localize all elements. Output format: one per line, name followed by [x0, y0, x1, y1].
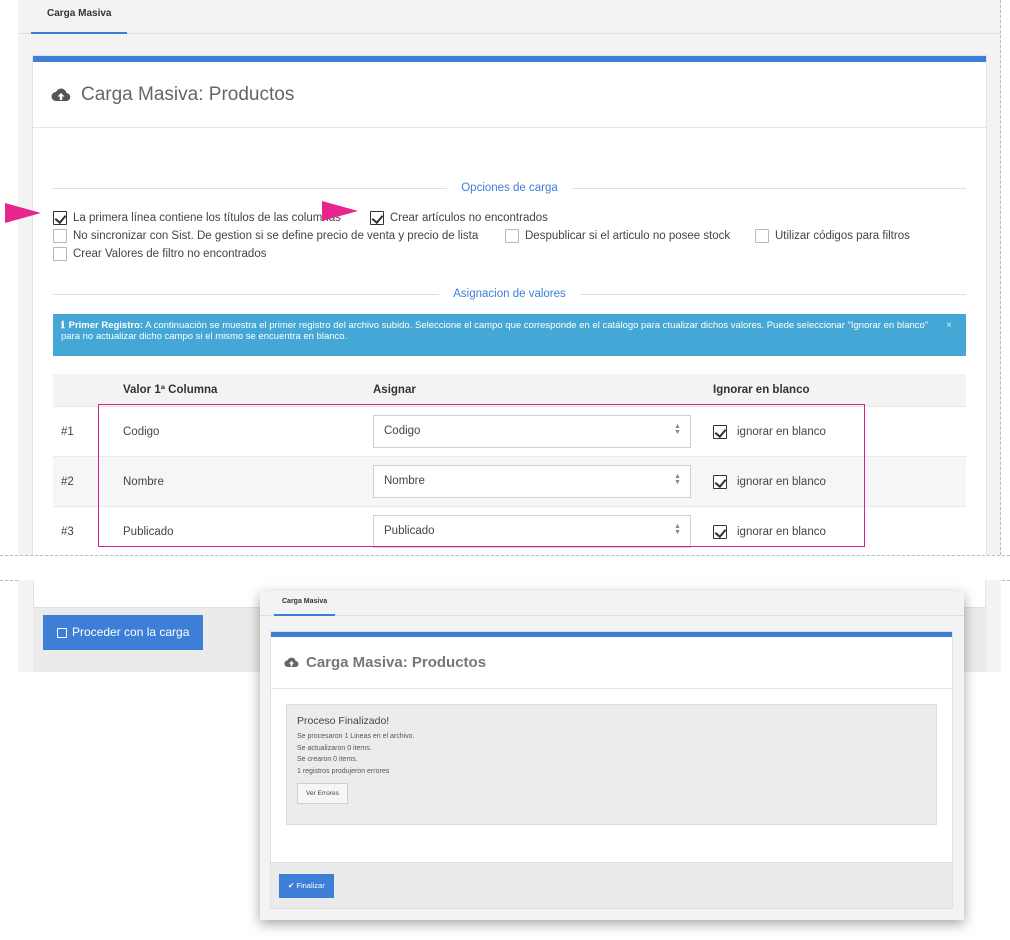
action-bar: ✔ Finalizar	[271, 862, 952, 908]
value-assignment-legend: Asignacion de valores	[53, 287, 967, 301]
page-title: Carga Masiva: Productos	[306, 654, 487, 671]
result-line: Se procesaron 1 Lineas en el archivo.	[297, 733, 415, 740]
annotation-arrow-icon	[322, 201, 358, 221]
option-create-filter-values[interactable]: Crear Valores de filtro no encontrados	[53, 247, 266, 261]
annotation-arrow-icon	[5, 203, 41, 223]
page-title: Carga Masiva: Productos	[81, 83, 295, 105]
result-title: Proceso Finalizado!	[297, 715, 390, 727]
cut-line	[0, 555, 1010, 556]
result-line: 1 registros produjeron errores	[297, 767, 390, 775]
cut-line	[1000, 0, 1001, 555]
checkbox[interactable]	[505, 229, 519, 243]
tab-carga-masiva[interactable]: Carga Masiva	[31, 0, 128, 34]
cloud-upload-icon	[284, 657, 299, 668]
checkbox[interactable]	[53, 211, 67, 225]
info-alert: ℹ Primer Registro: A continuación se mues…	[53, 314, 966, 356]
card-header: Carga Masiva: Productos	[271, 637, 952, 689]
tab-bar: Carga Masiva	[18, 0, 1001, 34]
option-create-missing-items[interactable]: Crear artículos no encontrados	[369, 211, 548, 225]
table-header: Valor 1ª Columna Asignar Ignorar en blan…	[53, 374, 966, 406]
checkbox[interactable]	[53, 229, 67, 243]
composite-screenshot: Carga Masiva Carga Masiva: Productos Opc…	[0, 0, 1010, 940]
result-screenshot: Carga Masiva Carga Masiva: Productos Pro…	[260, 591, 964, 920]
cloud-upload-icon	[51, 88, 71, 101]
checkbox[interactable]	[755, 229, 769, 243]
info-icon: ℹ	[61, 320, 65, 331]
result-line: Se actualizaron 0 items.	[297, 744, 372, 752]
result-panel: Proceso Finalizado! Se procesaron 1 Line…	[286, 704, 937, 825]
highlight-box	[98, 404, 865, 547]
option-use-codes-filters[interactable]: Utilizar códigos para filtros	[755, 229, 910, 243]
result-card: Carga Masiva: Productos Proceso Finaliza…	[271, 632, 952, 908]
option-no-sync[interactable]: No sincronizar con Sist. De gestion si s…	[53, 229, 478, 243]
checkbox[interactable]	[370, 211, 384, 225]
load-options-legend: Opciones de carga	[53, 181, 967, 195]
tab-carga-masiva[interactable]: Carga Masiva	[274, 591, 336, 616]
proceed-button[interactable]: Proceder con la carga	[43, 615, 204, 650]
view-errors-button[interactable]: Ver Errores	[297, 783, 348, 804]
tab-bar: Carga Masiva	[260, 591, 964, 616]
option-unpublish-no-stock[interactable]: Despublicar si el articulo no posee stoc…	[505, 229, 730, 243]
finish-button[interactable]: ✔ Finalizar	[279, 874, 334, 898]
checkbox[interactable]	[53, 247, 67, 261]
result-line: Se crearon 0 items.	[297, 756, 358, 763]
option-first-line-titles[interactable]: La primera línea contiene los títulos de…	[53, 211, 341, 225]
save-icon	[57, 627, 67, 638]
card-header: Carga Masiva: Productos	[33, 62, 986, 128]
close-icon[interactable]: ×	[946, 320, 952, 331]
